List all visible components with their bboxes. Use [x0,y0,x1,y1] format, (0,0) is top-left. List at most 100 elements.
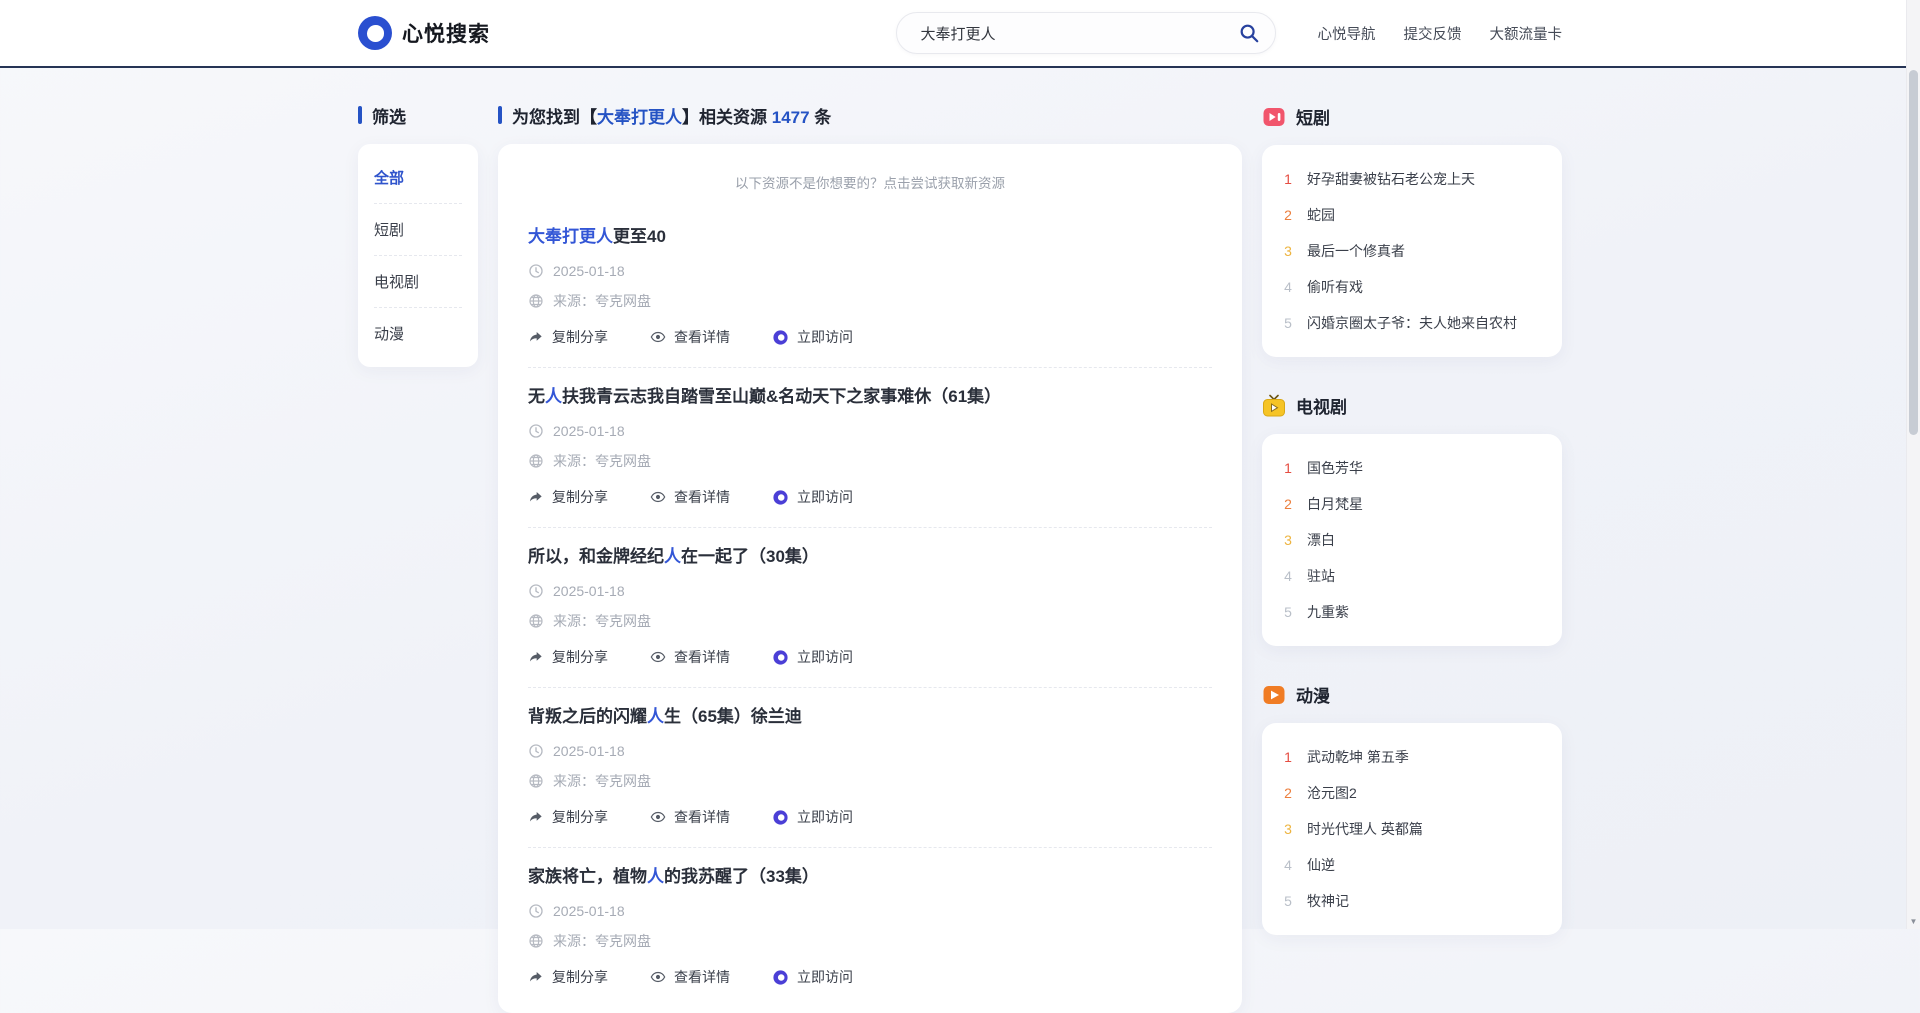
rank-title: 闪婚京圈太子爷：夫人她来自农村 [1307,313,1517,333]
nav-link[interactable]: 提交反馈 [1404,23,1462,44]
ranking-item[interactable]: 3时光代理人 英都篇 [1282,811,1542,847]
visit-now-button-label: 立即访问 [797,807,853,827]
filter-item-option[interactable]: 动漫 [374,308,462,359]
eye-icon [650,649,666,665]
rank-number: 3 [1282,532,1294,548]
results-keyword: 大奉打更人 [597,108,682,127]
visit-now-button-label: 立即访问 [797,487,853,507]
nav-link[interactable]: 大额流量卡 [1490,23,1563,44]
ranking-item[interactable]: 1好孕甜妻被钻石老公宠上天 [1282,161,1542,197]
result-source: 来源：夸克网盘 [553,291,651,311]
ranking-item[interactable]: 5闪婚京圈太子爷：夫人她来自农村 [1282,305,1542,341]
ranking-item[interactable]: 5九重紫 [1282,594,1542,630]
result-title[interactable]: 家族将亡，植物人的我苏醒了（33集） [528,862,1212,887]
ranking-item[interactable]: 3最后一个修真者 [1282,233,1542,269]
results-heading: 为您找到【大奉打更人】相关资源 1477 条 [498,104,1242,126]
visit-circle-icon [772,649,789,666]
visit-now-button-label: 立即访问 [797,967,853,987]
visit-now-button[interactable]: 立即访问 [772,807,853,827]
copy-share-button[interactable]: 复制分享 [528,487,608,507]
title-keyword: 人 [647,867,664,886]
result-source: 来源：夸克网盘 [553,451,651,471]
clock-icon [528,263,544,279]
search-input[interactable] [896,12,1276,54]
rank-number: 2 [1282,785,1294,801]
result-title[interactable]: 背叛之后的闪耀人生（65集）徐兰迪 [528,702,1212,727]
visit-circle-icon [772,969,789,986]
result-date-row: 2025-01-18 [528,583,1212,599]
ranking-item[interactable]: 2沧元图2 [1282,775,1542,811]
share-icon [528,969,544,985]
view-detail-button[interactable]: 查看详情 [650,647,730,667]
copy-share-button[interactable]: 复制分享 [528,327,608,347]
result-list: 大奉打更人更至402025-01-18来源：夸克网盘复制分享查看详情立即访问无人… [528,208,1212,1007]
ranking-panel: 电视剧1国色芳华2白月梵星3漂白4驻站5九重紫 [1262,393,1562,646]
copy-share-button-label: 复制分享 [552,807,608,827]
search-button[interactable] [1236,20,1262,46]
ranking-item[interactable]: 5牧神记 [1282,883,1542,919]
rank-title: 蛇园 [1307,205,1335,225]
top-nav: 心悦导航 提交反馈 大额流量卡 [1318,23,1563,44]
share-icon [528,809,544,825]
title-keyword: 人 [664,547,681,566]
logo[interactable]: 心悦搜索 [358,16,490,50]
ranking-item[interactable]: 1武动乾坤 第五季 [1282,739,1542,775]
scroll-down-button[interactable]: ▼ [1907,913,1920,929]
refresh-notice[interactable]: 以下资源不是你想要的？点击尝试获取新资源 [528,172,1212,192]
title-text: 更至40 [613,227,666,246]
visit-now-button[interactable]: 立即访问 [772,327,853,347]
title-text: 无 [528,387,545,406]
visit-circle-icon [772,329,789,346]
filter-item-option[interactable]: 电视剧 [374,256,462,308]
ranking-item[interactable]: 2白月梵星 [1282,486,1542,522]
view-detail-button-label: 查看详情 [674,487,730,507]
filter-item-active[interactable]: 全部 [374,152,462,204]
heading-accent-bar [358,106,362,124]
view-detail-button[interactable]: 查看详情 [650,487,730,507]
result-title[interactable]: 大奉打更人更至40 [528,222,1212,247]
result-title[interactable]: 所以，和金牌经纪人在一起了（30集） [528,542,1212,567]
copy-share-button-label: 复制分享 [552,487,608,507]
visit-now-button[interactable]: 立即访问 [772,487,853,507]
ranking-panel: 动漫1武动乾坤 第五季2沧元图23时光代理人 英都篇4仙逆5牧神记 [1262,682,1562,935]
rank-title: 最后一个修真者 [1307,241,1405,261]
logo-icon [358,16,392,50]
title-keyword: 人 [647,707,664,726]
result-item: 无人扶我青云志我自踏雪至山巅&名动天下之家事难休（61集） 2025-01-18 来… [528,368,1212,528]
visit-now-button[interactable]: 立即访问 [772,647,853,667]
result-actions: 复制分享 查看详情 立即访问 [528,967,1212,987]
result-source-row: 来源：夸克网盘 [528,291,1212,311]
ranking-item[interactable]: 3漂白 [1282,522,1542,558]
ranking-panel-title: 短剧 [1296,104,1330,129]
ranking-item[interactable]: 4仙逆 [1282,847,1542,883]
rank-number: 3 [1282,821,1294,837]
ranking-item[interactable]: 4偷听有戏 [1282,269,1542,305]
ranking-item[interactable]: 4驻站 [1282,558,1542,594]
rank-title: 偷听有戏 [1307,277,1363,297]
eye-icon [650,329,666,345]
copy-share-button[interactable]: 复制分享 [528,807,608,827]
view-detail-button[interactable]: 查看详情 [650,327,730,347]
copy-share-button[interactable]: 复制分享 [528,647,608,667]
result-actions: 复制分享 查看详情 立即访问 [528,487,1212,507]
rank-number: 1 [1282,171,1294,187]
ranking-item[interactable]: 2蛇园 [1282,197,1542,233]
copy-share-button[interactable]: 复制分享 [528,967,608,987]
scrollbar-thumb[interactable] [1909,70,1918,435]
search-icon [1238,22,1260,44]
results-title: 为您找到【大奉打更人】相关资源 1477 条 [512,103,831,128]
nav-link[interactable]: 心悦导航 [1318,23,1376,44]
result-date-row: 2025-01-18 [528,423,1212,439]
globe-icon [528,613,544,629]
top-bar: 心悦搜索 心悦导航 提交反馈 大额流量卡 [0,0,1920,68]
rank-title: 白月梵星 [1307,494,1363,514]
view-detail-button[interactable]: 查看详情 [650,967,730,987]
rank-number: 1 [1282,460,1294,476]
visit-now-button[interactable]: 立即访问 [772,967,853,987]
visit-now-button-label: 立即访问 [797,327,853,347]
ranking-item[interactable]: 1国色芳华 [1282,450,1542,486]
filter-item-option[interactable]: 短剧 [374,204,462,256]
result-title[interactable]: 无人扶我青云志我自踏雪至山巅&名动天下之家事难休（61集） [528,382,1212,407]
view-detail-button[interactable]: 查看详情 [650,807,730,827]
page-scrollbar[interactable]: ▼ [1906,0,1920,929]
